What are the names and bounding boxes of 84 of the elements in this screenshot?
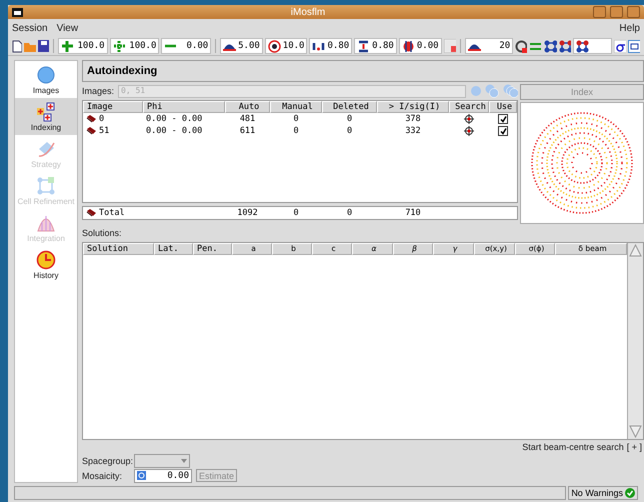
stack-icon[interactable] bbox=[502, 84, 518, 98]
sidebar-item[interactable]: Indexing bbox=[15, 98, 77, 135]
column-header[interactable]: Image bbox=[83, 101, 143, 113]
lattice-icon bbox=[36, 176, 56, 196]
table-cell-text: 0 bbox=[292, 125, 300, 137]
plus-icon bbox=[60, 40, 74, 52]
column-header[interactable]: > I/sig(I) bbox=[377, 101, 449, 113]
spread-icon bbox=[137, 471, 146, 480]
table-cell: 0 bbox=[83, 113, 143, 125]
table-cell-text: 481 bbox=[238, 113, 256, 125]
number-field[interactable]: 0.80 bbox=[354, 38, 397, 54]
table-cell-text: 0 bbox=[292, 113, 300, 125]
number-field[interactable]: 0.00 bbox=[161, 38, 212, 54]
maximize-button[interactable] bbox=[610, 6, 623, 18]
spacegroup-dropdown[interactable] bbox=[134, 454, 190, 468]
network-icon[interactable] bbox=[544, 40, 557, 52]
number-field[interactable]: 100.0 bbox=[110, 38, 160, 54]
spacegroup-label: Spacegroup: bbox=[82, 456, 130, 466]
solutions-label: Solutions: bbox=[82, 228, 122, 238]
table-cell-text: 0 bbox=[346, 113, 354, 125]
sigma-icon[interactable] bbox=[614, 40, 626, 52]
table-cell-text: 0 bbox=[292, 207, 300, 219]
dashed-cross-icon bbox=[112, 40, 126, 52]
minimize-button[interactable] bbox=[593, 6, 606, 18]
table-cell: Total bbox=[83, 207, 143, 219]
circle-icon bbox=[36, 64, 56, 84]
crystal-icon bbox=[86, 127, 96, 135]
menu-item[interactable]: Session bbox=[12, 22, 48, 34]
mosaicity-field[interactable]: 0.00 bbox=[134, 468, 192, 482]
warnings-text: No Warnings bbox=[571, 488, 623, 498]
menu-item[interactable]: Help bbox=[619, 22, 640, 34]
app-icon bbox=[12, 8, 23, 16]
scrollbar[interactable] bbox=[627, 243, 643, 439]
column-header[interactable]: Pen. bbox=[193, 243, 232, 255]
table-cell-text: 0.00 - 0.00 bbox=[145, 113, 204, 125]
table-cell-text: 1092 bbox=[236, 207, 259, 219]
save-icon[interactable] bbox=[38, 40, 49, 52]
clock-icon bbox=[36, 250, 56, 270]
table-cell-text: 0.00 - 0.00 bbox=[145, 125, 204, 137]
spot-icon bbox=[402, 40, 415, 52]
circles-icon[interactable] bbox=[485, 84, 499, 98]
check-icon bbox=[625, 488, 635, 498]
column-header[interactable]: Use bbox=[489, 101, 517, 113]
window-icon[interactable] bbox=[628, 40, 640, 52]
column-header[interactable]: Search bbox=[449, 101, 489, 113]
beam-search-button[interactable]: [ + ] bbox=[624, 440, 644, 454]
down-arrow-icon[interactable] bbox=[628, 424, 643, 439]
close-button[interactable] bbox=[627, 6, 640, 18]
number-field[interactable]: 0.00 bbox=[398, 38, 442, 54]
menu-item[interactable]: View bbox=[56, 22, 78, 34]
column-header[interactable]: Manual bbox=[270, 101, 322, 113]
crystal-icon bbox=[86, 115, 96, 123]
network-icon bbox=[576, 40, 590, 52]
number-field[interactable]: 0.80 bbox=[309, 38, 352, 54]
column-header[interactable]: Lat. bbox=[154, 243, 193, 255]
table-cell-text: 0 bbox=[346, 207, 354, 219]
number-field[interactable]: 5.00 bbox=[220, 38, 263, 54]
table-cell-text: 611 bbox=[238, 125, 256, 137]
target-icon[interactable] bbox=[515, 40, 528, 52]
threshold-field[interactable]: 20 bbox=[465, 38, 514, 54]
gap-icon bbox=[357, 40, 370, 52]
table-cell-text: 378 bbox=[404, 113, 422, 125]
number-field[interactable]: 10.0 bbox=[264, 38, 308, 54]
target-icon bbox=[268, 40, 281, 52]
crystal-icon bbox=[86, 209, 96, 217]
new-file-icon[interactable] bbox=[12, 40, 22, 52]
mosaicity-label: Mosaicity: bbox=[82, 470, 124, 480]
use-checkbox[interactable] bbox=[498, 114, 508, 124]
column-header[interactable]: Auto bbox=[225, 101, 270, 113]
column-header[interactable]: Deleted bbox=[322, 101, 377, 113]
beam-search-label: Start beam-centre search bbox=[522, 442, 624, 452]
window-title: iMosflm bbox=[290, 6, 326, 18]
network-icon[interactable] bbox=[558, 40, 572, 52]
table-cell-text: 0 bbox=[346, 125, 354, 137]
panel-title: Autoindexing bbox=[82, 60, 644, 82]
images-label: Images: bbox=[82, 86, 114, 96]
table-cell: 51 bbox=[83, 125, 143, 137]
number-field[interactable]: 100.0 bbox=[58, 38, 108, 54]
use-checkbox[interactable] bbox=[498, 126, 508, 136]
column-header[interactable]: Solution bbox=[83, 243, 154, 255]
table-cell-text: 710 bbox=[404, 207, 422, 219]
up-arrow-icon[interactable] bbox=[628, 243, 643, 258]
column-header[interactable]: Phi bbox=[143, 101, 225, 113]
table-cell-text: 332 bbox=[404, 125, 422, 137]
